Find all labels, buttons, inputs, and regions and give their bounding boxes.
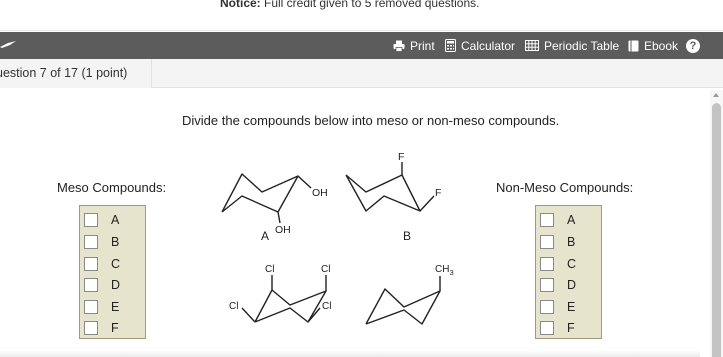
scrollbar[interactable] [710, 90, 723, 357]
molecule-a-oh-top: OH [312, 187, 328, 199]
molecule-d-ch: CH [435, 264, 449, 275]
molecule-d-ch3: CH3 [435, 264, 454, 277]
molecule-b-f-top: F [398, 151, 404, 163]
molecule-b[interactable] [345, 162, 435, 212]
molecule-c-cl-1: Cl [265, 264, 274, 275]
molecule-a-oh-bottom: OH [275, 224, 291, 236]
molecule-c-cl-2: Cl [321, 264, 330, 275]
molecule-c-cl-4: Cl [322, 301, 331, 312]
molecule-d[interactable] [365, 276, 441, 325]
scroll-up-arrow-icon[interactable] [713, 93, 719, 97]
molecule-b-f-right: F [435, 187, 441, 199]
scroll-thumb[interactable] [712, 103, 721, 357]
molecule-b-label: B [403, 229, 411, 243]
molecule-c-cl-3: Cl [229, 301, 238, 312]
molecule-a[interactable] [221, 173, 312, 224]
footer-edge [0, 350, 700, 357]
molecule-c[interactable] [241, 275, 327, 323]
molecule-d-subscript: 3 [449, 268, 453, 277]
molecule-a-label: A [261, 229, 269, 243]
molecule-structures: OH OH A F F B Cl Cl Cl Cl CH3 [221, 151, 454, 325]
